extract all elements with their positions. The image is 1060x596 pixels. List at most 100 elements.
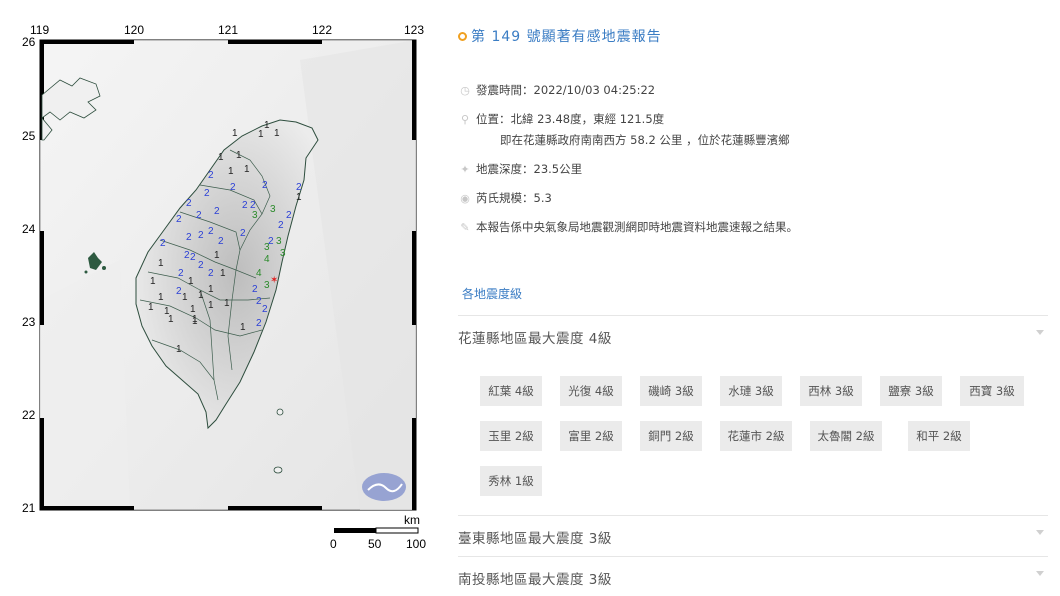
intensity-mark: 2 bbox=[208, 170, 214, 181]
info-depth: ✦ 地震深度：23.5公里 bbox=[458, 161, 582, 177]
info-time: ◷ 發震時間：2022/10/03 04:25:22 bbox=[458, 82, 655, 98]
intensity-mark: 2 bbox=[208, 226, 214, 237]
intensity-mark: 2 bbox=[186, 198, 192, 209]
intensity-mark: 1 bbox=[228, 166, 234, 177]
report-title-text: 第 149 號顯著有感地震報告 bbox=[471, 29, 662, 45]
intensity-mark: 1 bbox=[208, 284, 214, 295]
intensity-mark: 2 bbox=[262, 180, 268, 191]
intensity-mark: 2 bbox=[198, 260, 204, 271]
intensity-mark: 1 bbox=[208, 300, 214, 311]
pencil-icon: ✎ bbox=[460, 221, 470, 234]
lon-tick-label: 120 bbox=[124, 23, 144, 37]
intensity-mark: 2 bbox=[176, 214, 182, 225]
chevron-down-icon bbox=[1036, 330, 1044, 335]
intensity-mark: 1 bbox=[296, 192, 302, 203]
intensity-mark: 1 bbox=[218, 152, 224, 163]
intensity-mark: 1 bbox=[236, 150, 242, 161]
station-chip: 光復 4級 bbox=[560, 376, 622, 406]
intensity-mark: 2 bbox=[242, 200, 248, 211]
report-title: 第 149 號顯著有感地震報告 bbox=[458, 26, 662, 46]
intensity-mark: 1 bbox=[182, 292, 188, 303]
chevron-down-icon bbox=[1036, 530, 1044, 535]
scale-label-50: 50 bbox=[368, 537, 382, 551]
intensity-mark: 1 bbox=[224, 298, 230, 309]
station-chip: 鹽寮 3級 bbox=[880, 376, 942, 406]
lon-tick-label: 123 bbox=[404, 23, 424, 37]
intensity-mark: 4 bbox=[256, 268, 262, 279]
county-nantou[interactable]: 南投縣地區最大震度 3級 bbox=[458, 556, 1048, 596]
scale-bar: km 0 50 100 bbox=[330, 513, 426, 551]
intensity-mark: 2 bbox=[208, 268, 214, 279]
lat-tick-label: 24 bbox=[22, 222, 36, 236]
lat-tick-label: 26 bbox=[22, 35, 36, 49]
clock-icon: ◷ bbox=[460, 84, 470, 97]
intensity-mark: 2 bbox=[160, 238, 166, 249]
pin-icon: ⚲ bbox=[460, 113, 470, 126]
county-taitung[interactable]: 臺東縣地區最大震度 3級 bbox=[458, 515, 1048, 555]
info-note: ✎ 本報告係中央氣象局地震觀測網即時地震資料地震速報之結果。 bbox=[458, 219, 798, 235]
county-name: 臺東縣地區最大震度 3級 bbox=[458, 531, 612, 547]
lat-tick-label: 23 bbox=[22, 315, 36, 329]
intensity-mark: 1 bbox=[244, 164, 250, 175]
scale-label-0: 0 bbox=[330, 537, 337, 551]
magnitude-icon: ◉ bbox=[460, 192, 470, 205]
intensity-mark: 1 bbox=[176, 344, 182, 355]
intensity-mark: 1 bbox=[240, 322, 246, 333]
intensity-mark: 2 bbox=[204, 188, 210, 199]
intensity-mark: 1 bbox=[192, 314, 198, 325]
intensity-mark: 2 bbox=[230, 182, 236, 193]
note-text: 本報告係中央氣象局地震觀測網即時地震資料地震速報之結果。 bbox=[476, 220, 798, 234]
county-name: 花蓮縣地區最大震度 4級 bbox=[458, 331, 612, 347]
station-chip: 磯崎 3級 bbox=[640, 376, 702, 406]
station-chip: 花蓮市 2級 bbox=[720, 421, 792, 451]
intensity-mark: 2 bbox=[256, 318, 262, 329]
intensity-mark: 2 bbox=[286, 210, 292, 221]
intensity-mark: 2 bbox=[196, 210, 202, 221]
station-chip: 太魯閣 2級 bbox=[810, 421, 882, 451]
chevron-down-icon bbox=[1036, 571, 1044, 576]
intensity-mark: 3 bbox=[276, 236, 282, 247]
intensity-mark: 2 bbox=[190, 252, 196, 263]
intensity-mark: 1 bbox=[264, 120, 270, 131]
intensity-mark: 3 bbox=[280, 248, 286, 259]
intensity-mark: 1 bbox=[158, 258, 164, 269]
info-location: ⚲ 位置：北緯 23.48度，東經 121.5度 bbox=[458, 111, 664, 127]
intensity-mark: 1 bbox=[168, 314, 174, 325]
intensity-mark: 1 bbox=[220, 268, 226, 279]
station-chip: 和平 2級 bbox=[908, 421, 970, 451]
intensity-mark: 1 bbox=[274, 128, 280, 139]
station-chip: 水璉 3級 bbox=[720, 376, 782, 406]
bullet-icon bbox=[458, 32, 467, 41]
epicenter-marker: ✶ bbox=[270, 275, 278, 286]
scale-label-100: 100 bbox=[406, 537, 426, 551]
info-magnitude: ◉ 芮氏規模：5.3 bbox=[458, 190, 552, 206]
station-chip: 西林 3級 bbox=[800, 376, 862, 406]
location-text: 位置：北緯 23.48度，東經 121.5度 bbox=[476, 112, 665, 126]
lon-tick-label: 122 bbox=[312, 23, 332, 37]
intensity-mark: 2 bbox=[278, 220, 284, 231]
lat-tick-label: 22 bbox=[22, 408, 36, 422]
section-title: 各地震度級 bbox=[462, 287, 523, 301]
intensity-mark: 2 bbox=[252, 284, 258, 295]
station-chip: 富里 2級 bbox=[560, 421, 622, 451]
county-name: 南投縣地區最大震度 3級 bbox=[458, 572, 612, 588]
intensity-mark: 3 bbox=[264, 242, 270, 253]
intensity-mark: 2 bbox=[240, 228, 246, 239]
intensity-mark: 1 bbox=[214, 250, 220, 261]
lon-tick-label: 121 bbox=[218, 23, 238, 37]
station-chip: 紅葉 4級 bbox=[480, 376, 542, 406]
lat-tick-label: 25 bbox=[22, 129, 36, 143]
intensity-mark: 2 bbox=[214, 206, 220, 217]
county-hualien[interactable]: 花蓮縣地區最大震度 4級 bbox=[458, 315, 1048, 355]
intensity-mark: 2 bbox=[198, 230, 204, 241]
intensity-mark: 2 bbox=[262, 304, 268, 315]
scale-unit: km bbox=[404, 513, 420, 527]
intensity-mark: 3 bbox=[270, 204, 276, 215]
intensity-map: 1111111122221222222233222222222312221343… bbox=[0, 0, 440, 596]
location-detail: 即在花蓮縣政府南南西方 58.2 公里 ，位於花蓮縣豐濱鄉 bbox=[500, 133, 790, 147]
epicenter-star: ✶ bbox=[270, 275, 278, 286]
station-chip: 西寶 3級 bbox=[960, 376, 1024, 406]
map-canvas: 11111 11 122 2 21222 2 22 233222 222 22 2 312 221343… bbox=[22, 23, 426, 551]
earthquake-report: 第 149 號顯著有感地震報告 ◷ 發震時間：2022/10/03 04:25:2… bbox=[458, 0, 1058, 596]
station-chip: 玉里 2級 bbox=[480, 421, 542, 451]
